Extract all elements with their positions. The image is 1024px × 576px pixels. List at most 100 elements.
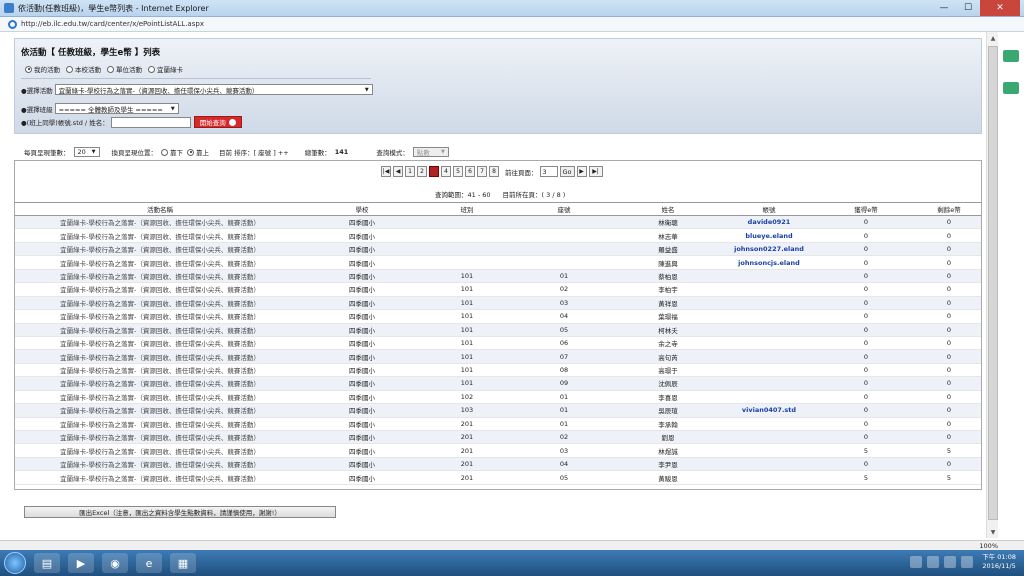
radio-my-activities[interactable]: 我的活動 [25, 64, 60, 74]
search-button[interactable]: 開始查詢 [193, 116, 242, 128]
page-button[interactable]: 1 [405, 166, 415, 177]
radio-label: 宜蘭綠卡 [157, 66, 183, 74]
vertical-scrollbar[interactable]: ▲ ▼ [986, 32, 998, 538]
activity-cell: 宜蘭綠卡-學校行為之落實-（資源回收、擔任環保小尖兵、競賽活動） [15, 309, 305, 324]
start-button[interactable] [4, 552, 26, 574]
flag-icon[interactable] [927, 556, 940, 568]
table-row: 宜蘭綠卡-學校行為之落實-（資源回收、擔任環保小尖兵、競賽活動） 四季國小 201 0… [15, 417, 981, 432]
table-row: 宜蘭綠卡-學校行為之落實-（資源回收、擔任環保小尖兵、競賽活動） 四季國小 101 0… [15, 269, 981, 284]
scroll-down-icon[interactable]: ▼ [987, 526, 999, 538]
account-cell[interactable]: blueye.eland [723, 228, 815, 243]
column-header[interactable]: 活動名稱 [15, 202, 305, 216]
page-button[interactable]: 2 [417, 166, 427, 177]
activity-cell: 宜蘭綠卡-學校行為之落實-（資源回收、擔任環保小尖兵、競賽活動） [15, 296, 305, 311]
class-select[interactable]: ===== 全體教師及學生 ===== ▼ [54, 103, 179, 114]
minimize-button[interactable]: — [932, 0, 956, 16]
opera-icon[interactable] [910, 556, 923, 568]
earned-cell: 0 [815, 430, 917, 445]
page-button-current[interactable]: 3 [429, 166, 439, 177]
zoom-level[interactable]: 100% [979, 542, 998, 550]
account-cell [723, 390, 815, 405]
radio-pager-top[interactable]: 靠上 [187, 147, 209, 157]
activity-cell: 宜蘭綠卡-學校行為之落實-（資源回收、擔任環保小尖兵、競賽活動） [15, 215, 305, 230]
page-button[interactable]: 8 [489, 166, 499, 177]
column-header[interactable]: 剩餘e幣 [917, 202, 981, 216]
account-cell [723, 296, 815, 311]
account-cell [723, 430, 815, 445]
account-input[interactable] [110, 116, 191, 128]
school-cell: 四季國小 [305, 215, 419, 230]
column-header[interactable]: 獲得e幣 [815, 202, 917, 216]
account-cell [723, 336, 815, 351]
page-button[interactable]: 7 [477, 166, 487, 177]
column-header[interactable]: 帳號 [723, 202, 815, 216]
scroll-up-icon[interactable]: ▲ [987, 32, 999, 44]
radio-yilan-green-card[interactable]: 宜蘭綠卡 [148, 64, 183, 74]
maximize-button[interactable]: ☐ [956, 0, 980, 16]
total-count: 141 [334, 148, 349, 156]
volume-icon[interactable] [961, 556, 974, 568]
activity-select[interactable]: 宜蘭綠卡-學校行為之落實-（資源回收、擔任環保小尖兵、競賽活動） ▼ [54, 84, 373, 95]
clock[interactable]: 下午 01:08 2016/11/5 [982, 553, 1016, 571]
mode-select[interactable]: 點數 ▼ [412, 147, 449, 157]
page-size-value: 20 [77, 148, 86, 156]
remaining-cell: 0 [917, 376, 981, 391]
media-player-icon[interactable]: ▶ [68, 553, 94, 573]
column-header[interactable]: 班別 [419, 202, 515, 216]
seat-cell: 02 [515, 430, 613, 445]
account-cell[interactable]: davide0921 [723, 215, 815, 230]
go-button[interactable]: Go [559, 166, 575, 177]
page-title: 依活動【 任教班級，學生e幣 】列表 [21, 48, 161, 58]
school-cell: 四季國小 [305, 255, 419, 270]
url-text[interactable]: http://eb.ilc.edu.tw/card/center/x/ePoin… [21, 20, 204, 28]
goto-page-input[interactable]: 3 [539, 166, 558, 177]
file-explorer-icon[interactable]: ▤ [34, 553, 60, 573]
class-cell: 101 [419, 323, 515, 337]
internet-explorer-icon[interactable]: e [136, 553, 162, 573]
page-button[interactable]: 4 [441, 166, 451, 177]
remaining-cell: 5 [917, 470, 981, 485]
total-label: 總筆數： [304, 149, 331, 157]
class-cell: 102 [419, 390, 515, 405]
radio-school-activities[interactable]: 本校活動 [66, 64, 101, 74]
page-button[interactable]: 5 [453, 166, 463, 177]
class-cell: 101 [419, 282, 515, 297]
table-row: 宜蘭綠卡-學校行為之落實-（資源回收、擔任環保小尖兵、競賽活動） 四季國小 林衛聰 d… [15, 215, 981, 230]
clock-date: 2016/11/5 [982, 562, 1016, 570]
name-cell: 羅益盛 [613, 242, 723, 257]
table-row: 宜蘭綠卡-學校行為之落實-（資源回收、擔任環保小尖兵、競賽活動） 四季國小 102 0… [15, 390, 981, 405]
prev-page-button[interactable]: ◀ [393, 166, 403, 177]
column-header[interactable]: 姓名 [613, 202, 723, 216]
network-icon[interactable] [944, 556, 957, 568]
seat-cell [515, 215, 613, 230]
account-cell[interactable]: johnson0227.eland [723, 242, 815, 257]
activity-cell: 宜蘭綠卡-學校行為之落實-（資源回收、擔任環保小尖兵、競賽活動） [15, 457, 305, 472]
school-cell: 四季國小 [305, 430, 419, 445]
chrome-icon[interactable]: ◉ [102, 553, 128, 573]
remaining-cell: 0 [917, 336, 981, 351]
first-page-button[interactable]: |◀ [381, 166, 391, 177]
seat-cell [515, 242, 613, 257]
account-cell[interactable]: johnsoncjs.eland [723, 255, 815, 270]
name-cell: 蔡柏恩 [613, 269, 723, 284]
presentation-icon[interactable]: ▦ [170, 553, 196, 573]
column-header[interactable]: 學校 [305, 202, 419, 216]
class-cell: 101 [419, 269, 515, 284]
radio-pager-bottom[interactable]: 靠下 [161, 147, 183, 157]
table-row: 宜蘭綠卡-學校行為之落實-（資源回收、擔任環保小尖兵、競賽活動） 四季國小 201 0… [15, 470, 981, 485]
page-size-select[interactable]: 20 ▼ [73, 147, 100, 157]
account-cell[interactable]: vivian0407.std [723, 403, 815, 418]
next-page-button[interactable]: ▶ [576, 166, 587, 177]
class-cell: 201 [419, 417, 515, 432]
activity-cell: 宜蘭綠卡-學校行為之落實-（資源回收、擔任環保小尖兵、競賽活動） [15, 363, 305, 378]
address-bar[interactable]: http://eb.ilc.edu.tw/card/center/x/ePoin… [0, 17, 1024, 32]
class-cell: 201 [419, 430, 515, 445]
last-page-button[interactable]: ▶| [588, 166, 603, 177]
radio-unit-activities[interactable]: 單位活動 [107, 64, 142, 74]
remaining-cell: 0 [917, 323, 981, 337]
column-header[interactable]: 座號 [515, 202, 613, 216]
close-button[interactable]: ✕ [980, 0, 1020, 16]
scroll-thumb[interactable] [988, 46, 998, 520]
page-button[interactable]: 6 [465, 166, 475, 177]
export-excel-button[interactable]: 匯出Excel（注意，匯出之資料含學生點數資料，請謹慎使用，謝謝!） [24, 506, 336, 518]
